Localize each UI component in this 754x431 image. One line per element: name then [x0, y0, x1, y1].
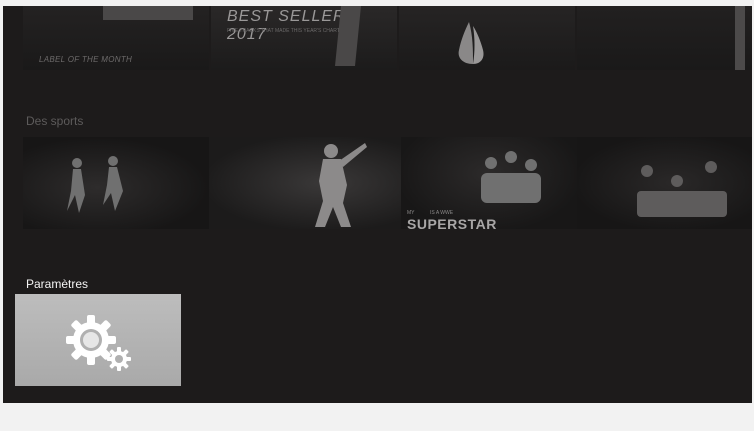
tile-label-of-the-month[interactable]: LABEL OF THE MONTH	[23, 6, 209, 70]
tile-figure[interactable]	[577, 6, 752, 70]
wwe-superstar-label: SUPERSTAR	[407, 216, 497, 229]
crowd-image	[637, 161, 727, 217]
tile-decor	[103, 6, 193, 20]
sport-tile-baseball[interactable]	[209, 137, 401, 229]
wrestling-crowd-image	[481, 151, 541, 203]
label-of-the-month: LABEL OF THE MONTH	[39, 55, 133, 64]
baseball-player-image	[315, 143, 367, 227]
sport-tile-wrestling[interactable]: MY IS A WWE SUPERSTAR	[401, 137, 577, 229]
tile-praying-hands[interactable]	[399, 6, 575, 70]
praying-hands-icon	[458, 22, 484, 64]
sports-row: MY IS A WWE SUPERSTAR	[3, 137, 752, 229]
sport-tile-soccer[interactable]	[23, 137, 209, 229]
tv-home-screen: LABEL OF THE MONTH BEST SELLERS 2017 FIV…	[3, 6, 752, 403]
tile-best-sellers-2017[interactable]: BEST SELLERS 2017 FIVE TRACKS THAT MADE …	[211, 6, 397, 70]
figure-icon	[735, 6, 745, 70]
settings-tile[interactable]	[15, 294, 181, 386]
small-gear-icon	[107, 347, 131, 371]
tile-decor	[335, 6, 361, 66]
section-title-sports: Des sports	[26, 114, 84, 128]
best-sellers-title: BEST SELLERS 2017	[227, 8, 358, 43]
top-row: LABEL OF THE MONTH BEST SELLERS 2017 FIV…	[3, 6, 752, 70]
sport-tile-crowd[interactable]	[577, 137, 752, 229]
section-title-settings: Paramètres	[26, 277, 89, 291]
soccer-players-image	[67, 156, 123, 213]
best-sellers-subtitle: FIVE TRACKS THAT MADE THIS YEAR'S CHARTS	[227, 28, 344, 34]
